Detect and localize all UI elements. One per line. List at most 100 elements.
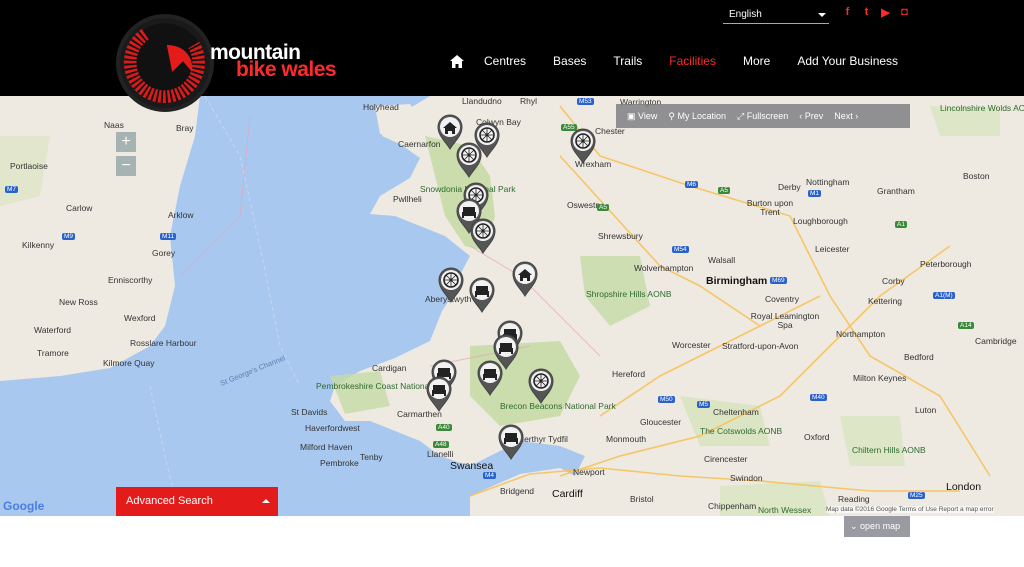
- instagram-icon[interactable]: ◘: [899, 6, 910, 19]
- map-label-cardiff: Cardiff: [552, 488, 583, 500]
- road-badge: A1: [895, 221, 907, 228]
- road-badge: A14: [958, 322, 974, 329]
- nav-item-bases[interactable]: Bases: [553, 54, 586, 68]
- road-badge: M11: [160, 233, 177, 240]
- map-label-coventry: Coventry: [765, 294, 800, 304]
- map-label-walsall: Walsall: [708, 255, 736, 265]
- language-value: English: [729, 9, 762, 20]
- map-label-pwllheli: Pwllheli: [393, 194, 422, 204]
- language-select[interactable]: English: [723, 6, 829, 24]
- zoom-controls: + −: [116, 132, 136, 180]
- site-header: mountain bike wales English f t ▶ ◘ Cent…: [0, 0, 1024, 112]
- map-label-shropshire-hills: Shropshire Hills AONB: [586, 289, 672, 299]
- road-badge: M25: [908, 492, 925, 499]
- map-label-milford-haven: Milford Haven: [300, 442, 353, 452]
- map-label-caernarfon: Caernarfon: [398, 139, 441, 149]
- zoom-out-button[interactable]: −: [116, 156, 136, 176]
- map-label-bray: Bray: [176, 123, 194, 133]
- map-marker-wheel[interactable]: [456, 142, 482, 179]
- road-badge: A40: [436, 424, 452, 431]
- map-label-llanelli: Llanelli: [427, 449, 454, 459]
- road-badge: M54: [672, 246, 689, 253]
- road-badge: M9: [62, 233, 76, 240]
- road-badge: A1(M): [933, 292, 955, 299]
- map-label-newport: Newport: [573, 467, 605, 477]
- map-label-milton-keynes: Milton Keynes: [853, 373, 907, 383]
- prev-button[interactable]: ‹ Prev: [799, 111, 823, 121]
- map-label-tenby: Tenby: [360, 452, 383, 462]
- map-marker-bed[interactable]: [477, 360, 503, 397]
- map-label-worcester: Worcester: [672, 340, 711, 350]
- nav-item-facilities[interactable]: Facilities: [669, 54, 716, 68]
- map-label-pembrokeshire-coast: Pembrokeshire Coast National Park: [316, 381, 452, 391]
- map-label-monmouth: Monmouth: [606, 434, 647, 444]
- main-nav: Centres Bases Trails Facilities More Add…: [450, 54, 925, 68]
- map-marker-bed[interactable]: [426, 376, 452, 413]
- map-label-bristol: Bristol: [630, 494, 654, 504]
- social-links: f t ▶ ◘: [842, 6, 910, 19]
- next-button[interactable]: Next ›: [834, 111, 858, 121]
- map-label-burton-upon-trent: Burton upon Trent: [746, 198, 794, 217]
- map-label-chippenham: Chippenham: [708, 501, 757, 511]
- view-button[interactable]: ▣ View: [627, 111, 657, 122]
- map-marker-wheel[interactable]: [528, 368, 554, 405]
- facebook-icon[interactable]: f: [842, 6, 853, 19]
- map-label-portlaoise: Portlaoise: [10, 161, 48, 171]
- map-label-enniscorthy: Enniscorthy: [108, 275, 153, 285]
- road-badge: M5: [697, 401, 711, 408]
- road-badge: A5: [597, 204, 609, 211]
- map-label-bridgend: Bridgend: [500, 486, 535, 496]
- brand-logo-icon[interactable]: [116, 14, 214, 112]
- road-badge: A5: [718, 187, 730, 194]
- zoom-in-button[interactable]: +: [116, 132, 136, 152]
- youtube-icon[interactable]: ▶: [880, 6, 891, 19]
- nav-item-centres[interactable]: Centres: [484, 54, 526, 68]
- map-label-kilmore-quay: Kilmore Quay: [103, 358, 155, 368]
- advanced-search-button[interactable]: Advanced Search: [116, 487, 278, 516]
- road-badge: M53: [577, 98, 594, 105]
- twitter-icon[interactable]: t: [861, 6, 872, 19]
- map-label-rosslare: Rosslare Harbour: [130, 338, 197, 348]
- home-icon[interactable]: [450, 54, 464, 68]
- chevron-down-icon: ⌄: [850, 521, 861, 531]
- fullscreen-button[interactable]: ⤢ Fullscreen: [737, 111, 788, 122]
- map-label-swindon: Swindon: [730, 473, 763, 483]
- map-label-pembroke: Pembroke: [320, 458, 359, 468]
- map-label-luton: Luton: [915, 405, 937, 415]
- map-label-reading: Reading: [838, 494, 870, 504]
- map-marker-wheel[interactable]: [470, 218, 496, 255]
- map-toolbar: ▣ View ⚲ My Location ⤢ Fullscreen ‹ Prev…: [616, 104, 910, 128]
- map-marker-bed[interactable]: [469, 277, 495, 314]
- map-marker-bed[interactable]: [498, 424, 524, 461]
- map-label-haverfordwest: Haverfordwest: [305, 423, 360, 433]
- map-label-cambridge: Cambridge: [975, 336, 1017, 346]
- map-attribution[interactable]: Map data ©2016 Google Terms of Use Repor…: [826, 506, 994, 513]
- nav-item-add-your-business[interactable]: Add Your Business: [797, 54, 898, 68]
- road-badge: A48: [433, 441, 449, 448]
- brand-wordmark[interactable]: mountain bike wales: [210, 42, 337, 81]
- nav-item-more[interactable]: More: [743, 54, 770, 68]
- fullscreen-icon: ⤢: [737, 110, 747, 121]
- map-label-arklow: Arklow: [168, 210, 194, 220]
- map-canvas[interactable]: Holyhead Llandudno Rhyl Colwyn Bay Caern…: [0, 96, 1024, 516]
- road-badge: M50: [658, 396, 675, 403]
- nav-item-trails[interactable]: Trails: [613, 54, 642, 68]
- road-badge: M6: [685, 181, 699, 188]
- road-badge: M69: [770, 277, 787, 284]
- map-label-leicester: Leicester: [815, 244, 850, 254]
- brand-line-2: bike wales: [236, 58, 337, 81]
- map-marker-wheel[interactable]: [438, 267, 464, 304]
- road-badge: M40: [810, 394, 827, 401]
- map-label-hereford: Hereford: [612, 369, 646, 379]
- map-marker-wheel[interactable]: [570, 128, 596, 165]
- my-location-button[interactable]: ⚲ My Location: [668, 111, 726, 122]
- road-badge: M7: [5, 186, 19, 193]
- map-label-oxford: Oxford: [804, 432, 830, 442]
- map-marker-home[interactable]: [512, 261, 538, 298]
- road-badge: M4: [483, 472, 497, 479]
- map-label-rhyl: Rhyl: [520, 96, 538, 106]
- map-label-cirencester: Cirencester: [704, 454, 748, 464]
- map-label-corby: Corby: [882, 276, 905, 286]
- open-map-button[interactable]: ⌄ open map: [844, 516, 910, 537]
- map-label-grantham: Grantham: [877, 186, 915, 196]
